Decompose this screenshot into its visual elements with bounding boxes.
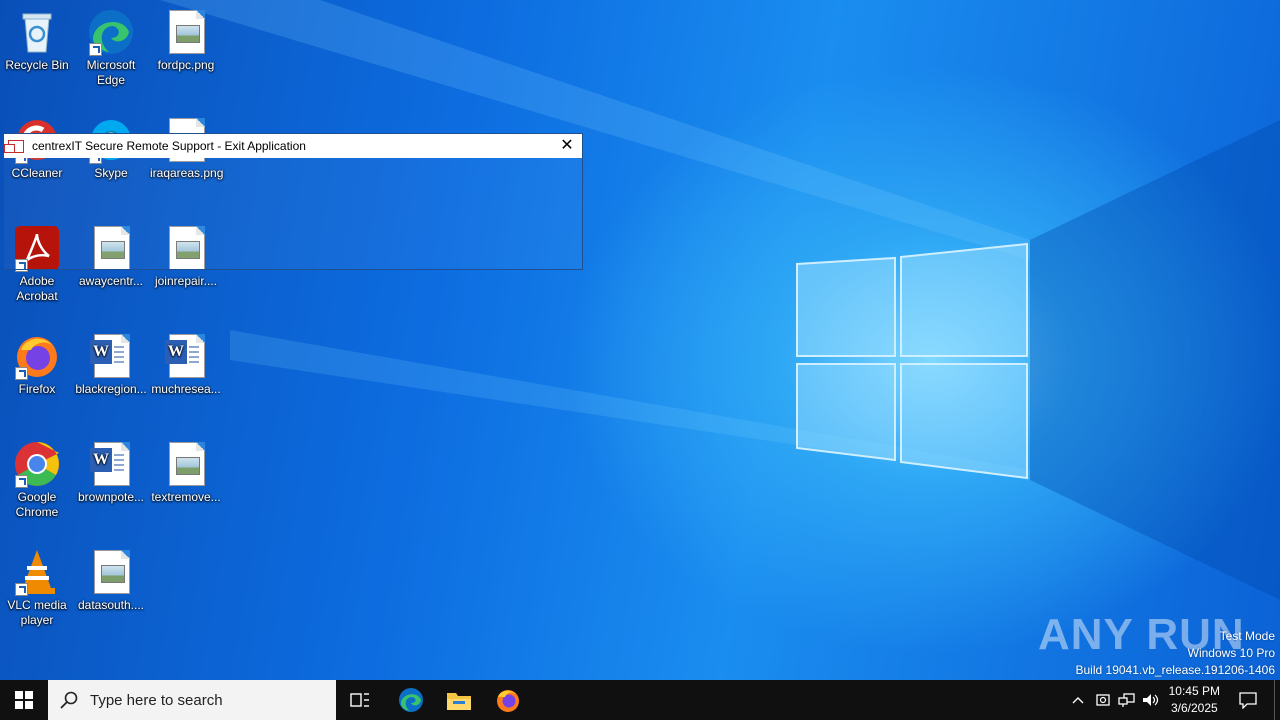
icon-label: joinrepair.... [154, 274, 218, 288]
clock-time: 10:45 PM [1168, 684, 1220, 698]
firefox-icon [13, 332, 61, 380]
search-icon [60, 691, 78, 709]
notification-icon [1239, 692, 1257, 709]
firefox-icon [497, 690, 519, 712]
chevron-up-icon [1072, 697, 1084, 704]
word-document-icon: W [87, 332, 135, 380]
desktop-icon-datasouth[interactable]: datasouth.... [74, 544, 148, 613]
edge-icon [399, 688, 423, 712]
word-document-icon: W [87, 440, 135, 488]
exit-application-dialog[interactable]: centrexIT Secure Remote Support - Exit A… [3, 133, 583, 270]
watermark-line-3: Build 19041.vb_release.191206-1406 [1075, 663, 1276, 677]
icon-label: Google Chrome [15, 490, 59, 519]
desktop-icon-firefox[interactable]: Firefox [0, 328, 74, 397]
close-button[interactable]: ✕ [552, 134, 582, 158]
desktop-icon-fordpc[interactable]: fordpc.png [149, 4, 223, 73]
show-desktop-button[interactable] [1274, 680, 1280, 720]
dialog-title: centrexIT Secure Remote Support - Exit A… [32, 139, 306, 153]
network-icon [1118, 693, 1135, 707]
task-view-button[interactable] [340, 680, 380, 720]
action-center-button[interactable] [1232, 680, 1264, 720]
taskbar-file-explorer-button[interactable] [438, 680, 480, 720]
icon-label: Firefox [18, 382, 56, 396]
image-file-icon [87, 548, 135, 596]
windows-start-icon [15, 691, 33, 709]
icon-label: VLC media player [7, 598, 67, 627]
recycle-bin-icon [13, 8, 61, 56]
watermark-line-2: Windows 10 Pro [1187, 646, 1275, 660]
icon-label: datasouth.... [77, 598, 145, 612]
start-button[interactable] [0, 680, 48, 720]
dialog-titlebar[interactable]: centrexIT Secure Remote Support - Exit A… [4, 134, 582, 158]
watermark-line-1: Test Mode [1219, 629, 1275, 643]
taskbar: Type here to search 10:45 PM 3/6/2025 [0, 680, 1280, 720]
clock-date: 3/6/2025 [1170, 701, 1218, 715]
icon-label: fordpc.png [157, 58, 215, 72]
icon-label: awaycentr... [78, 274, 144, 288]
icon-label: Microsoft Edge [86, 58, 136, 87]
desktop-icon-microsoft-edge[interactable]: Microsoft Edge [74, 4, 148, 88]
chrome-icon [13, 440, 61, 488]
desktop-icon-brownpote[interactable]: W brownpote... [74, 436, 148, 505]
icon-label: blackregion... [75, 382, 147, 396]
icon-label: textremove... [151, 490, 221, 504]
volume-button[interactable] [1140, 680, 1162, 720]
tray-app-button[interactable] [1092, 680, 1114, 720]
tray-app-icon [1096, 694, 1110, 706]
app-window-icon [4, 139, 24, 153]
test-mode-watermark: Test Mode Windows 10 Pro Build 19041.vb_… [1076, 628, 1276, 679]
folder-icon [447, 693, 471, 710]
edge-icon [87, 8, 135, 56]
word-document-icon: W [162, 332, 210, 380]
show-hidden-icons-button[interactable] [1068, 680, 1088, 720]
volume-icon [1143, 694, 1159, 706]
search-placeholder: Type here to search [90, 691, 223, 709]
image-file-icon [162, 8, 210, 56]
icon-label: Adobe Acrobat [16, 274, 58, 303]
desktop-icon-muchresea[interactable]: W muchresea... [149, 328, 223, 397]
icon-label: brownpote... [77, 490, 145, 504]
taskbar-firefox-button[interactable] [487, 680, 529, 720]
image-file-icon [162, 440, 210, 488]
desktop-icon-vlc[interactable]: VLC media player [0, 544, 74, 628]
desktop-icon-google-chrome[interactable]: Google Chrome [0, 436, 74, 520]
desktop-icon-blackregion[interactable]: W blackregion... [74, 328, 148, 397]
desktop-icon-textremove[interactable]: textremove... [149, 436, 223, 505]
desktop: Recycle Bin CCleaner Adobe Acrobat Firef… [0, 0, 1280, 680]
icon-label: muchresea... [151, 382, 221, 396]
vlc-icon [13, 548, 61, 596]
network-status-button[interactable] [1116, 680, 1138, 720]
icon-label: Recycle Bin [5, 58, 69, 72]
desktop-icon-recycle-bin[interactable]: Recycle Bin [0, 4, 74, 73]
task-view-icon [350, 693, 369, 707]
taskbar-edge-button[interactable] [390, 680, 432, 720]
windows-logo-wallpaper [796, 242, 1028, 480]
taskbar-search-box[interactable]: Type here to search [48, 680, 336, 720]
taskbar-clock[interactable]: 10:45 PM 3/6/2025 [1169, 683, 1220, 717]
